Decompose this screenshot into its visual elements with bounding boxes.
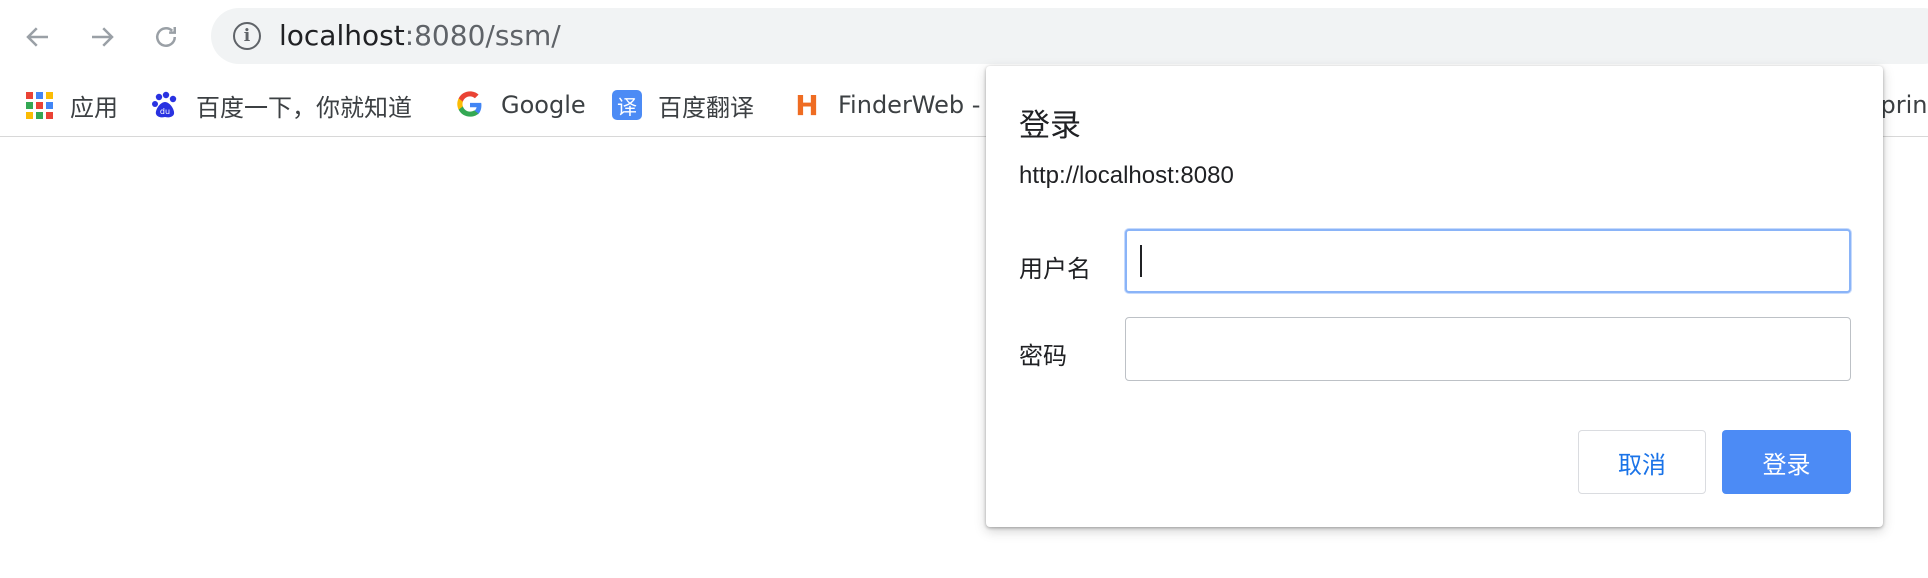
- back-button[interactable]: [16, 15, 60, 59]
- finderweb-h-icon: H: [792, 88, 822, 122]
- cancel-button[interactable]: 取消: [1578, 430, 1706, 494]
- bookmark-label: 应用: [70, 93, 118, 122]
- reload-button[interactable]: [144, 15, 188, 59]
- translate-icon: 译: [612, 90, 642, 120]
- reload-icon: [156, 27, 176, 47]
- address-bar[interactable]: i localhost:8080/ssm/: [211, 8, 1928, 64]
- url-host: localhost: [279, 19, 405, 52]
- bookmark-apps[interactable]: 应用: [24, 87, 118, 123]
- dialog-title: 登录: [1019, 108, 1081, 144]
- bookmark-label: 百度翻译: [658, 93, 754, 122]
- forward-button[interactable]: [80, 15, 124, 59]
- bookmark-label: FinderWeb - F: [838, 91, 1002, 119]
- arrow-left-icon: [26, 27, 48, 47]
- text-caret: [1140, 245, 1142, 277]
- translate-icon-glyph: 译: [612, 90, 642, 120]
- login-button[interactable]: 登录: [1722, 430, 1851, 494]
- username-label: 用户名: [1019, 255, 1091, 283]
- password-field[interactable]: [1125, 317, 1851, 381]
- url-text[interactable]: localhost:8080/ssm/: [279, 20, 561, 52]
- google-g-icon: [455, 90, 485, 120]
- bookmark-label: 百度一下，你就知道: [196, 93, 412, 122]
- bookmark-google[interactable]: Google: [455, 87, 586, 123]
- info-icon[interactable]: i: [233, 22, 261, 50]
- url-path: :8080/ssm/: [404, 19, 561, 52]
- bookmark-finderweb[interactable]: H FinderWeb - F: [792, 87, 1002, 123]
- bookmark-label: Google: [501, 91, 586, 119]
- bookmark-baidu-translate[interactable]: 译 百度翻译: [612, 87, 754, 123]
- password-label: 密码: [1019, 342, 1067, 370]
- svg-text:du: du: [160, 107, 170, 116]
- dialog-origin: http://localhost:8080: [1019, 162, 1234, 189]
- arrow-right-icon: [92, 27, 114, 47]
- baidu-paw-icon: du: [150, 90, 180, 120]
- apps-grid-icon: [24, 90, 54, 120]
- username-field[interactable]: [1125, 229, 1851, 293]
- bookmark-baidu[interactable]: du 百度一下，你就知道: [150, 87, 412, 123]
- browser-toolbar: i localhost:8080/ssm/: [0, 0, 1928, 73]
- finderweb-h-glyph: H: [795, 88, 819, 122]
- login-dialog: 登录 http://localhost:8080 用户名 密码 取消 登录: [986, 66, 1883, 527]
